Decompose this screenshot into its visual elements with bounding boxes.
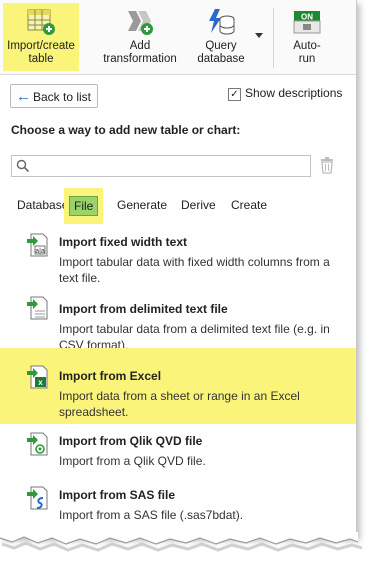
query-database-button[interactable]: Query database: [190, 3, 252, 71]
item-description: Import from a SAS file (.sas7bdat).: [59, 508, 244, 522]
tab-database[interactable]: Database: [17, 198, 68, 212]
item-description: Import data from a sheet or range in an …: [59, 389, 300, 419]
excel-icon: x: [27, 365, 48, 389]
back-to-list-label: Back to list: [33, 90, 92, 104]
query-database-label-2: database: [197, 53, 245, 65]
item-title: Import from Qlik QVD file: [59, 434, 203, 448]
list-item[interactable]: Import from SAS file Import from a SAS f…: [0, 478, 356, 528]
sas-icon: [27, 486, 48, 510]
item-title: Import from SAS file: [59, 488, 176, 502]
qvd-icon: [27, 432, 48, 456]
database-query-icon: [209, 9, 235, 35]
trash-icon[interactable]: [319, 156, 335, 174]
item-description: Import tabular data with fixed width col…: [59, 255, 330, 285]
auto-run-label-1: Auto-: [293, 40, 321, 52]
import-create-table-label-1: Import/create: [7, 40, 75, 52]
tab-create[interactable]: Create: [231, 198, 267, 212]
show-descriptions-checkbox[interactable]: ✓: [228, 88, 241, 101]
svg-text:a|a: a|a: [35, 248, 45, 255]
item-title: Import from delimited text file: [59, 302, 228, 316]
tab-file[interactable]: File: [64, 188, 104, 224]
item-title: Import fixed width text: [59, 235, 188, 249]
list-item[interactable]: Import from delimited text file Import t…: [0, 293, 356, 353]
import-create-table-button[interactable]: Import/create table: [3, 3, 79, 71]
search-icon: [16, 159, 30, 173]
tab-generate[interactable]: Generate: [117, 198, 167, 212]
auto-run-toggle-icon: ON: [293, 11, 321, 34]
tab-file-label: File: [69, 196, 99, 216]
arrow-left-icon: ←: [16, 88, 31, 105]
ribbon-toolbar: Import/create table Add transformation Q…: [0, 0, 356, 75]
item-description: Import from a Qlik QVD file.: [59, 454, 206, 468]
query-database-label-1: Query: [205, 40, 237, 52]
list-item[interactable]: a|a Import fixed width text Import tabul…: [0, 228, 356, 288]
add-table-panel: Import/create table Add transformation Q…: [0, 0, 357, 537]
ribbon-separator: [273, 8, 274, 68]
tab-derive[interactable]: Derive: [181, 198, 216, 212]
list-item[interactable]: x Import from Excel Import data from a s…: [0, 348, 356, 424]
svg-text:x: x: [38, 378, 43, 387]
back-to-list-button[interactable]: ← Back to list: [10, 84, 98, 108]
auto-run-toggle-text: ON: [301, 13, 313, 22]
query-database-dropdown-icon[interactable]: [255, 33, 263, 38]
delimited-text-icon: [27, 296, 48, 320]
torn-edge: [0, 532, 363, 552]
search-input[interactable]: [11, 155, 311, 177]
section-heading: Choose a way to add new table or chart:: [11, 123, 241, 137]
transformation-icon: [128, 11, 153, 35]
fixed-width-text-icon: a|a: [27, 233, 48, 257]
item-title: Import from Excel: [59, 369, 162, 383]
show-descriptions-label: Show descriptions: [245, 86, 343, 100]
list-item[interactable]: Import from Qlik QVD file Import from a …: [0, 424, 356, 474]
auto-run-button[interactable]: ON Auto- run: [282, 3, 332, 71]
table-add-icon: [27, 9, 55, 35]
auto-run-label-2: run: [298, 53, 316, 65]
import-create-table-label-2: table: [28, 53, 54, 65]
add-transformation-button[interactable]: Add transformation: [100, 3, 180, 71]
add-transformation-label-1: Add: [129, 40, 151, 52]
add-transformation-label-2: transformation: [103, 53, 177, 65]
